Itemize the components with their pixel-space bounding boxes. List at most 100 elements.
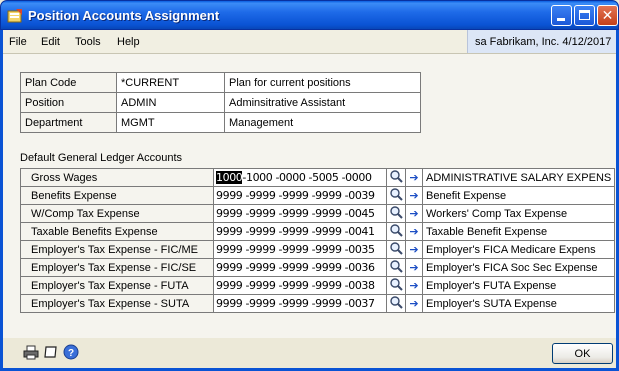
- ok-button[interactable]: OK: [552, 343, 613, 364]
- expansion-arrow-icon: ➔: [409, 298, 419, 310]
- menu-edit[interactable]: Edit: [41, 36, 60, 48]
- lookup-button[interactable]: [386, 240, 406, 259]
- gl-label: Gross Wages: [20, 168, 214, 187]
- lookup-button[interactable]: [386, 294, 406, 313]
- expansion-arrow-icon: ➔: [409, 172, 419, 184]
- expansion-arrow-icon: ➔: [409, 190, 419, 202]
- gl-account-number: 9999 -9999 -9999 -9999 -0038: [216, 279, 375, 292]
- expansion-button[interactable]: ➔: [405, 186, 423, 205]
- gl-account-number: 9999 -9999 -9999 -9999 -0045: [216, 207, 375, 220]
- gl-description: Employer's SUTA Expense: [421, 294, 616, 313]
- lookup-magnifier-icon: [390, 296, 403, 309]
- position-value: ADMIN: [116, 92, 225, 113]
- note-icon[interactable]: [43, 344, 59, 360]
- window-app-icon: [7, 9, 22, 23]
- lookup-magnifier-icon: [390, 206, 403, 219]
- expansion-button[interactable]: ➔: [405, 204, 423, 223]
- close-icon: ✕: [601, 7, 614, 23]
- department-label: Department: [20, 112, 117, 133]
- gl-account-number: 9999 -9999 -9999 -9999 -0035: [216, 243, 375, 256]
- gl-label: Employer's Tax Expense - SUTA: [20, 294, 214, 313]
- gl-account-field[interactable]: 9999 -9999 -9999 -9999 -0039: [213, 186, 387, 205]
- expansion-arrow-icon: ➔: [409, 280, 419, 292]
- lookup-button[interactable]: [386, 186, 406, 205]
- expansion-button[interactable]: ➔: [405, 294, 423, 313]
- gl-description: Employer's FICA Medicare Expens: [421, 240, 616, 259]
- gl-row-futa: Employer's Tax Expense - FUTA 9999 -9999…: [20, 276, 616, 295]
- lookup-magnifier-icon: [390, 224, 403, 237]
- expansion-arrow-icon: ➔: [409, 226, 419, 238]
- plan-code-label: Plan Code: [20, 72, 117, 93]
- lookup-magnifier-icon: [390, 242, 403, 255]
- lookup-magnifier-icon: [390, 188, 403, 201]
- title-bar[interactable]: Position Accounts Assignment ✕: [0, 0, 619, 30]
- lookup-magnifier-icon: [390, 260, 403, 273]
- position-description: Adminsitrative Assistant: [224, 92, 421, 113]
- gl-row-benefits: Benefits Expense 9999 -9999 -9999 -9999 …: [20, 186, 616, 205]
- expansion-button[interactable]: ➔: [405, 168, 423, 187]
- gl-account-field[interactable]: 9999 -9999 -9999 -9999 -0038: [213, 276, 387, 295]
- lookup-magnifier-icon: [390, 170, 403, 183]
- gl-label: Employer's Tax Expense - FIC/ME: [20, 240, 214, 259]
- gl-account-field[interactable]: 9999 -9999 -9999 -9999 -0036: [213, 258, 387, 277]
- gl-account-field[interactable]: 9999 -9999 -9999 -9999 -0035: [213, 240, 387, 259]
- gl-account-selected-segment: 1000: [216, 171, 243, 184]
- plan-code-value: *CURRENT: [116, 72, 225, 93]
- menu-tools[interactable]: Tools: [75, 36, 101, 48]
- bottom-toolbar: ? OK: [3, 338, 616, 368]
- expansion-button[interactable]: ➔: [405, 258, 423, 277]
- lookup-button[interactable]: [386, 276, 406, 295]
- gl-description: Employer's FICA Soc Sec Expense: [421, 258, 616, 277]
- position-info-table: Plan Code *CURRENT Plan for current posi…: [20, 72, 421, 133]
- gl-row-fic-se: Employer's Tax Expense - FIC/SE 9999 -99…: [20, 258, 616, 277]
- gl-account-field[interactable]: 1000-1000 -0000 -5005 -0000: [213, 168, 387, 187]
- gl-label: Taxable Benefits Expense: [20, 222, 214, 241]
- gl-description: Employer's FUTA Expense: [421, 276, 616, 295]
- gl-account-field[interactable]: 9999 -9999 -9999 -9999 -0037: [213, 294, 387, 313]
- gl-account-number: 9999 -9999 -9999 -9999 -0037: [216, 297, 375, 310]
- gl-description: Benefit Expense: [421, 186, 616, 205]
- gl-label: Benefits Expense: [20, 186, 214, 205]
- plan-code-description: Plan for current positions: [224, 72, 421, 93]
- window-title: Position Accounts Assignment: [28, 8, 220, 23]
- department-description: Management: [224, 112, 421, 133]
- lookup-button[interactable]: [386, 204, 406, 223]
- expansion-arrow-icon: ➔: [409, 262, 419, 274]
- menu-help[interactable]: Help: [117, 36, 140, 48]
- position-row: Position ADMIN Adminsitrative Assistant: [20, 92, 421, 113]
- gl-accounts-heading: Default General Ledger Accounts: [20, 152, 183, 164]
- user-company-date[interactable]: sa Fabrikam, Inc. 4/12/2017: [467, 30, 616, 53]
- department-value: MGMT: [116, 112, 225, 133]
- gl-accounts-table: Gross Wages 1000-1000 -0000 -5005 -0000 …: [20, 168, 616, 313]
- gl-account-number: 9999 -9999 -9999 -9999 -0039: [216, 189, 375, 202]
- department-row: Department MGMT Management: [20, 112, 421, 133]
- expansion-arrow-icon: ➔: [409, 244, 419, 256]
- lookup-button[interactable]: [386, 222, 406, 241]
- gl-account-field[interactable]: 9999 -9999 -9999 -9999 -0045: [213, 204, 387, 223]
- lookup-button[interactable]: [386, 258, 406, 277]
- close-button[interactable]: ✕: [597, 5, 618, 26]
- expansion-arrow-icon: ➔: [409, 208, 419, 220]
- gl-row-taxable-benefits: Taxable Benefits Expense 9999 -9999 -999…: [20, 222, 616, 241]
- expansion-button[interactable]: ➔: [405, 240, 423, 259]
- gl-description: ADMINISTRATIVE SALARY EXPENS: [421, 168, 616, 187]
- expansion-button[interactable]: ➔: [405, 276, 423, 295]
- gl-description: Workers' Comp Tax Expense: [421, 204, 616, 223]
- gl-label: W/Comp Tax Expense: [20, 204, 214, 223]
- maximize-icon: [579, 10, 590, 20]
- expansion-button[interactable]: ➔: [405, 222, 423, 241]
- printer-icon[interactable]: [23, 344, 39, 360]
- gl-account-number: 9999 -9999 -9999 -9999 -0036: [216, 261, 375, 274]
- gl-row-suta: Employer's Tax Expense - SUTA 9999 -9999…: [20, 294, 616, 313]
- gl-row-wcomp: W/Comp Tax Expense 9999 -9999 -9999 -999…: [20, 204, 616, 223]
- help-icon[interactable]: ?: [63, 344, 79, 360]
- gl-account-field[interactable]: 9999 -9999 -9999 -9999 -0041: [213, 222, 387, 241]
- minimize-button[interactable]: [551, 5, 572, 26]
- gl-row-gross-wages: Gross Wages 1000-1000 -0000 -5005 -0000 …: [20, 168, 616, 187]
- maximize-button[interactable]: [574, 5, 595, 26]
- gl-label: Employer's Tax Expense - FUTA: [20, 276, 214, 295]
- menu-file[interactable]: File: [9, 36, 27, 48]
- position-label: Position: [20, 92, 117, 113]
- svg-text:?: ?: [68, 348, 74, 359]
- lookup-button[interactable]: [386, 168, 406, 187]
